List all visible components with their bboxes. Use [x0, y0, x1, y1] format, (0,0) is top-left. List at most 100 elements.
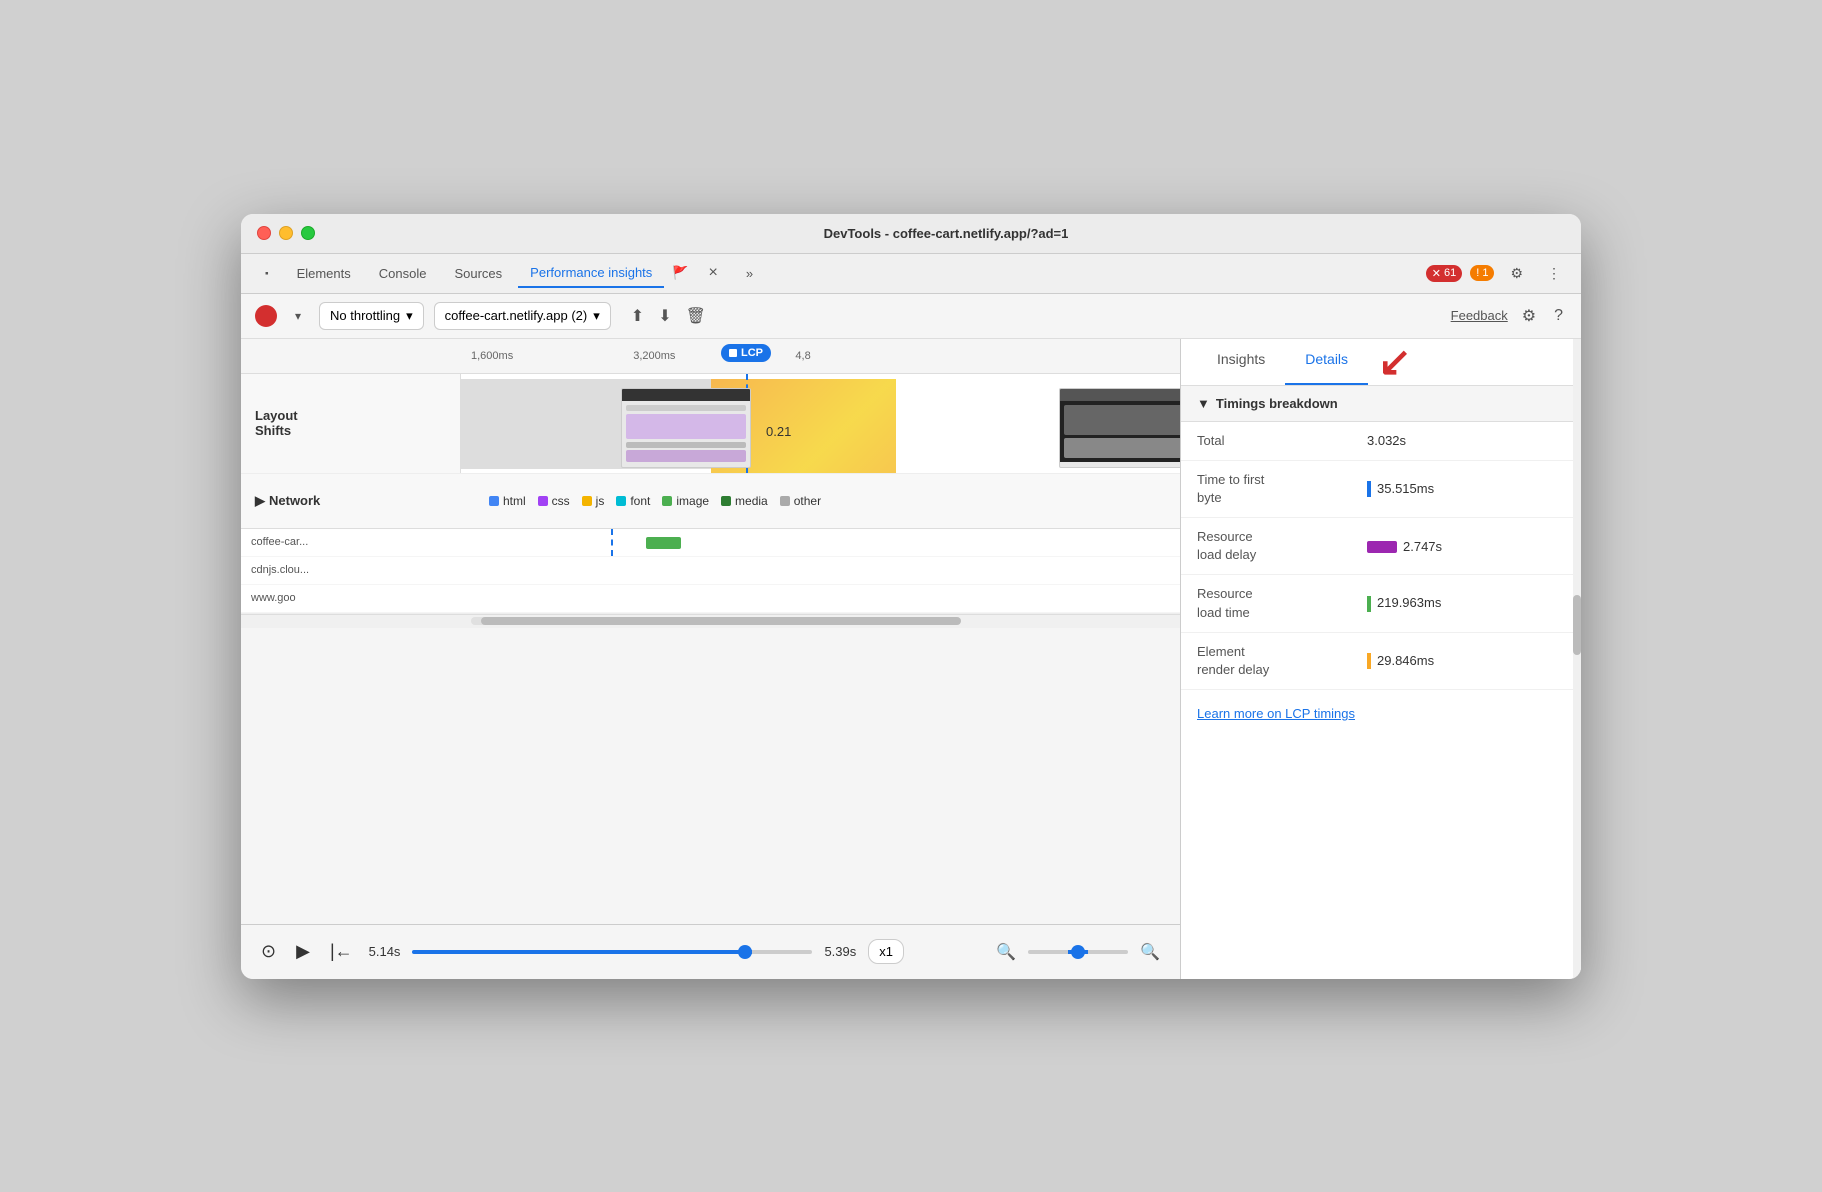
horizontal-scroll-track[interactable] — [471, 617, 950, 625]
tab-sources[interactable]: Sources — [442, 260, 514, 287]
zoom-in-icon[interactable]: 🔍 — [1136, 938, 1164, 966]
lcp-marker: LCP — [721, 344, 771, 362]
tab-flag-icon: 🚩 — [668, 261, 692, 285]
tab-more[interactable]: » — [734, 260, 765, 287]
close-button[interactable] — [257, 226, 271, 240]
metric-value-erd: 29.846ms — [1367, 653, 1434, 670]
network-row-1[interactable]: cdnjs.clou... — [241, 557, 1180, 585]
legend-image: image — [662, 494, 709, 508]
screenshot-toggle-icon[interactable]: ⊙ — [257, 937, 280, 966]
record-button[interactable] — [255, 305, 277, 327]
network-row-bar-2 — [381, 585, 1180, 612]
timeline-ruler: 1,600ms 3,200ms 4,8 LCP — [241, 339, 1180, 374]
metric-label-rld: Resourceload delay — [1197, 528, 1357, 564]
warning-badge[interactable]: ! 1 — [1470, 265, 1494, 281]
traffic-lights — [257, 226, 315, 240]
zoom-thumb[interactable] — [1071, 945, 1085, 959]
tab-details[interactable]: Details — [1285, 339, 1368, 385]
settings-icon[interactable]: ⚙ — [1502, 261, 1531, 286]
tab-bar-right-icons: ✕ 61 ! 1 ⚙ ⋮ — [1426, 261, 1569, 286]
timeline-panel: 1,600ms 3,200ms 4,8 LCP LayoutShifts — [241, 339, 1181, 979]
network-row-bar-1 — [381, 557, 1180, 584]
title-bar: DevTools - coffee-cart.netlify.app/?ad=1 — [241, 214, 1581, 254]
zoom-out-icon[interactable]: 🔍 — [992, 938, 1020, 966]
target-label: coffee-cart.netlify.app (2) — [445, 308, 588, 323]
metric-label-erd: Elementrender delay — [1197, 643, 1357, 679]
network-row-bar-0 — [381, 529, 1180, 556]
ruler-1600: 1,600ms — [471, 350, 513, 362]
target-dropdown[interactable]: coffee-cart.netlify.app (2) ▾ — [434, 302, 611, 330]
js-dot — [582, 496, 592, 506]
zoom-slider[interactable] — [1028, 950, 1128, 954]
throttling-chevron-icon: ▾ — [406, 308, 413, 324]
metric-value-rld: 2.747s — [1367, 539, 1442, 554]
play-button[interactable]: ▶ — [292, 937, 314, 966]
window-title: DevTools - coffee-cart.netlify.app/?ad=1 — [327, 226, 1565, 241]
settings-gear-icon[interactable]: ⚙ — [1518, 302, 1540, 330]
horizontal-scroll-thumb[interactable] — [481, 617, 961, 625]
first-frame-icon[interactable]: |← — [326, 937, 357, 966]
thumbnail-2[interactable] — [1059, 388, 1180, 468]
tracks-area[interactable]: LayoutShifts 0.21 — [241, 374, 1180, 924]
css-dot — [538, 496, 548, 506]
network-row-2[interactable]: www.goo — [241, 585, 1180, 613]
tab-elements[interactable]: Elements — [285, 260, 363, 287]
lcp-dot — [729, 349, 737, 357]
layout-shifts-label: LayoutShifts — [241, 374, 461, 473]
metric-label-ttfb: Time to firstbyte — [1197, 471, 1357, 507]
legend-media: media — [721, 494, 768, 508]
error-count: 61 — [1444, 267, 1456, 279]
image-dot — [662, 496, 672, 506]
error-badge[interactable]: ✕ 61 — [1426, 265, 1462, 282]
thumbnails-row — [621, 388, 889, 468]
legend-css: css — [538, 494, 570, 508]
network-triangle: ▶ — [255, 493, 265, 509]
tab-close-icon[interactable]: × — [696, 258, 729, 288]
target-chevron-icon: ▾ — [593, 308, 600, 324]
right-scrollbar-thumb[interactable] — [1573, 595, 1581, 655]
red-arrow-icon: ↙ — [1378, 339, 1412, 385]
zoom-controls: 🔍 🔍 — [992, 938, 1164, 966]
insights-panel: Insights Details ↙ ▼ Timings breakdown T… — [1181, 339, 1581, 979]
delete-icon[interactable]: 🗑 — [682, 302, 710, 330]
tab-insights[interactable]: Insights — [1197, 339, 1285, 385]
help-icon[interactable]: ? — [1550, 303, 1567, 329]
network-row-0[interactable]: coffee-car... — [241, 529, 1180, 557]
tab-cursor-icon[interactable]: ⬝ — [253, 259, 281, 287]
slider-thumb[interactable] — [738, 945, 752, 959]
throttling-dropdown[interactable]: No throttling ▾ — [319, 302, 424, 330]
toolbar-icons: ⬆ ⬇ 🗑 — [627, 302, 710, 330]
maximize-button[interactable] — [301, 226, 315, 240]
section-triangle-icon: ▼ — [1197, 396, 1210, 411]
network-label[interactable]: ▶ Network — [255, 493, 475, 509]
zoom-level[interactable]: x1 — [868, 939, 904, 964]
insights-tabs: Insights Details ↙ — [1181, 339, 1581, 386]
horizontal-scroll-area[interactable] — [241, 614, 1180, 628]
right-scrollbar[interactable] — [1573, 339, 1581, 979]
learn-more-link[interactable]: Learn more on LCP timings — [1181, 690, 1581, 737]
dropdown-arrow[interactable]: ▾ — [287, 305, 309, 327]
more-options-icon[interactable]: ⋮ — [1539, 261, 1569, 286]
download-icon[interactable]: ⬇ — [654, 302, 675, 330]
upload-icon[interactable]: ⬆ — [627, 302, 648, 330]
metric-row-total: Total 3.032s — [1181, 422, 1581, 461]
other-dot — [780, 496, 790, 506]
layout-shifts-content: 0.21 — [461, 374, 1180, 473]
legend-font: font — [616, 494, 650, 508]
main-content: 1,600ms 3,200ms 4,8 LCP LayoutShifts — [241, 339, 1581, 979]
minimize-button[interactable] — [279, 226, 293, 240]
feedback-button[interactable]: Feedback — [1451, 308, 1508, 323]
warning-count: 1 — [1482, 267, 1488, 279]
warning-icon: ! — [1476, 267, 1479, 279]
thumbnail-1[interactable] — [621, 388, 751, 468]
tab-performance-insights[interactable]: Performance insights — [518, 259, 664, 288]
time-start: 5.14s — [369, 944, 401, 959]
font-dot — [616, 496, 626, 506]
tab-console[interactable]: Console — [367, 260, 439, 287]
bar-coffee-car — [646, 537, 681, 549]
timeline-slider[interactable] — [412, 950, 812, 954]
metric-label-rlt: Resourceload time — [1197, 585, 1357, 621]
network-row-label-1: cdnjs.clou... — [241, 564, 381, 576]
legend-js: js — [582, 494, 605, 508]
timings-breakdown-header[interactable]: ▼ Timings breakdown — [1181, 386, 1581, 422]
